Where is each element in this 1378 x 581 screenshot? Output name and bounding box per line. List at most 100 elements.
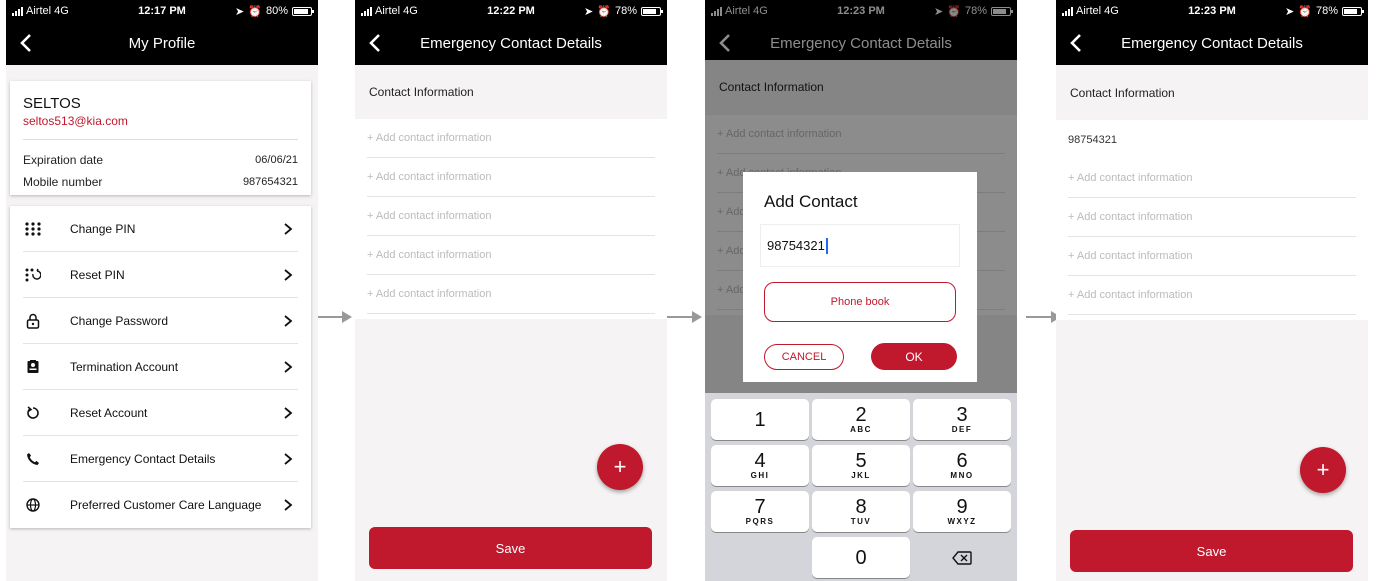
ok-button[interactable]: OK xyxy=(871,343,957,370)
contact-row[interactable]: + Add contact information xyxy=(1068,237,1356,276)
contact-row[interactable]: + Add contact information xyxy=(367,275,655,314)
status-time: 12:23 PM xyxy=(1188,5,1236,17)
key-1[interactable]: 1 xyxy=(711,399,809,440)
carrier-label: Airtel 4G xyxy=(1076,5,1119,17)
key-6[interactable]: 6 MNO xyxy=(913,445,1011,486)
text-cursor xyxy=(825,237,828,254)
status-bar: Airtel 4G 12:22 PM ➤ ⏰ 78% xyxy=(355,0,667,22)
phone-icon xyxy=(23,449,43,469)
location-icon: ➤ xyxy=(1285,5,1295,18)
menu-item-label: Preferred Customer Care Language xyxy=(70,498,262,512)
flow-arrow xyxy=(318,311,352,323)
chevron-right-icon xyxy=(284,499,293,511)
alarm-icon: ⏰ xyxy=(597,5,611,18)
page-title: My Profile xyxy=(128,35,196,52)
signal-icon xyxy=(12,6,23,16)
page-title: Emergency Contact Details xyxy=(420,35,602,52)
key-2[interactable]: 2 ABC xyxy=(812,399,910,440)
add-contact-fab[interactable]: + xyxy=(597,444,643,490)
back-button[interactable] xyxy=(1064,30,1088,56)
menu-item-change-pin[interactable]: Change PIN xyxy=(10,206,311,252)
contact-number-input[interactable]: 98754321 xyxy=(760,224,960,267)
location-icon: ➤ xyxy=(235,5,245,18)
cancel-button[interactable]: CANCEL xyxy=(764,344,844,370)
emergency-contact-saved-screen: Airtel 4G 12:23 PM ➤ ⏰ 78% Emergency Con… xyxy=(1056,0,1368,581)
key-8[interactable]: 8 TUV xyxy=(812,491,910,532)
chevron-right-icon xyxy=(284,361,293,373)
chevron-right-icon xyxy=(284,453,293,465)
back-arrow-icon xyxy=(20,34,31,52)
id-card-icon xyxy=(23,357,43,377)
profile-card: SELTOS seltos513@kia.com Expiration date… xyxy=(10,81,311,195)
contact-row[interactable]: + Add contact information xyxy=(367,119,655,158)
contact-row[interactable]: + Add contact information xyxy=(367,236,655,275)
divider xyxy=(23,139,298,140)
save-button[interactable]: Save xyxy=(369,527,652,569)
menu-item-label: Change PIN xyxy=(70,222,136,236)
menu-item-preferred-language[interactable]: Preferred Customer Care Language xyxy=(10,482,311,528)
alarm-icon: ⏰ xyxy=(248,5,262,18)
contact-row[interactable]: + Add contact information xyxy=(1068,198,1356,237)
status-time: 12:17 PM xyxy=(138,5,186,17)
contact-row[interactable]: + Add contact information xyxy=(1068,159,1356,198)
page-title: Emergency Contact Details xyxy=(1121,35,1303,52)
battery-icon xyxy=(641,6,663,16)
emergency-contact-screen: Airtel 4G 12:22 PM ➤ ⏰ 78% Emergency Con… xyxy=(355,0,667,581)
menu-item-emergency-contact[interactable]: Emergency Contact Details xyxy=(10,436,311,482)
lock-icon xyxy=(23,311,43,331)
nav-bar: Emergency Contact Details xyxy=(355,22,667,65)
back-arrow-icon xyxy=(1070,34,1081,52)
alarm-icon: ⏰ xyxy=(1298,5,1312,18)
contact-list: + Add contact information + Add contact … xyxy=(355,119,667,319)
numeric-keypad: 1 2 ABC 3 DEF 4 GHI 5 JKL 6 MNO 7 PQRS 8 TUV 9W… xyxy=(705,393,1017,581)
contact-list: 98754321 + Add contact information + Add… xyxy=(1056,120,1368,320)
status-bar: Airtel 4G 12:17 PM ➤ ⏰ 80% xyxy=(6,0,318,22)
add-contact-fab[interactable]: + xyxy=(1300,447,1346,493)
key-7[interactable]: 7 PQRS xyxy=(711,491,809,532)
chevron-right-icon xyxy=(284,315,293,327)
back-arrow-icon xyxy=(369,34,380,52)
nav-bar: My Profile xyxy=(6,22,318,65)
flow-arrow xyxy=(1026,311,1061,323)
battery-icon xyxy=(292,6,314,16)
back-button[interactable] xyxy=(363,30,387,56)
menu-item-label: Reset PIN xyxy=(70,268,125,282)
backspace-icon xyxy=(952,550,972,565)
delete-key[interactable] xyxy=(913,537,1011,578)
battery-icon xyxy=(1342,6,1364,16)
mobile-label: Mobile number xyxy=(23,175,103,189)
menu-item-label: Change Password xyxy=(70,314,169,328)
menu-item-reset-account[interactable]: Reset Account xyxy=(10,390,311,436)
globe-icon xyxy=(23,495,43,515)
signal-icon xyxy=(361,6,372,16)
carrier-label: Airtel 4G xyxy=(375,5,418,17)
contact-row[interactable]: + Add contact information xyxy=(367,197,655,236)
menu-item-label: Reset Account xyxy=(70,406,148,420)
phone-book-button[interactable]: Phone book xyxy=(764,282,956,322)
key-3[interactable]: 3 DEF xyxy=(913,399,1011,440)
key-0[interactable]: 0 xyxy=(812,537,910,578)
nav-bar: Emergency Contact Details xyxy=(1056,22,1368,65)
profile-name: SELTOS xyxy=(23,95,81,112)
key-9[interactable]: 9 WXYZ xyxy=(913,491,1011,532)
add-contact-dialog: Add Contact 98754321 Phone book CANCEL O… xyxy=(743,172,977,382)
menu-item-change-password[interactable]: Change Password xyxy=(10,298,311,344)
profile-menu: Change PIN Reset PIN Change Password Ter… xyxy=(10,206,311,528)
menu-item-label: Termination Account xyxy=(70,360,179,374)
battery-percent: 80% xyxy=(265,5,288,17)
menu-item-reset-pin[interactable]: Reset PIN xyxy=(10,252,311,298)
section-header: Contact Information xyxy=(355,65,667,119)
back-button[interactable] xyxy=(14,30,38,56)
key-4[interactable]: 4 GHI xyxy=(711,445,809,486)
save-button[interactable]: Save xyxy=(1070,530,1353,572)
contact-row[interactable]: + Add contact information xyxy=(1068,276,1356,315)
menu-item-termination-account[interactable]: Termination Account xyxy=(10,344,311,390)
contact-row[interactable]: + Add contact information xyxy=(367,158,655,197)
key-5[interactable]: 5 JKL xyxy=(812,445,910,486)
carrier-label: Airtel 4G xyxy=(26,5,69,17)
add-contact-screen: Airtel 4G 12:23 PM ➤ ⏰ 78% Emergency Con… xyxy=(705,0,1017,581)
flow-arrow xyxy=(667,311,702,323)
section-header: Contact Information xyxy=(1056,66,1368,120)
keypad-icon xyxy=(23,219,43,239)
contact-row-saved[interactable]: 98754321 xyxy=(1068,120,1356,159)
